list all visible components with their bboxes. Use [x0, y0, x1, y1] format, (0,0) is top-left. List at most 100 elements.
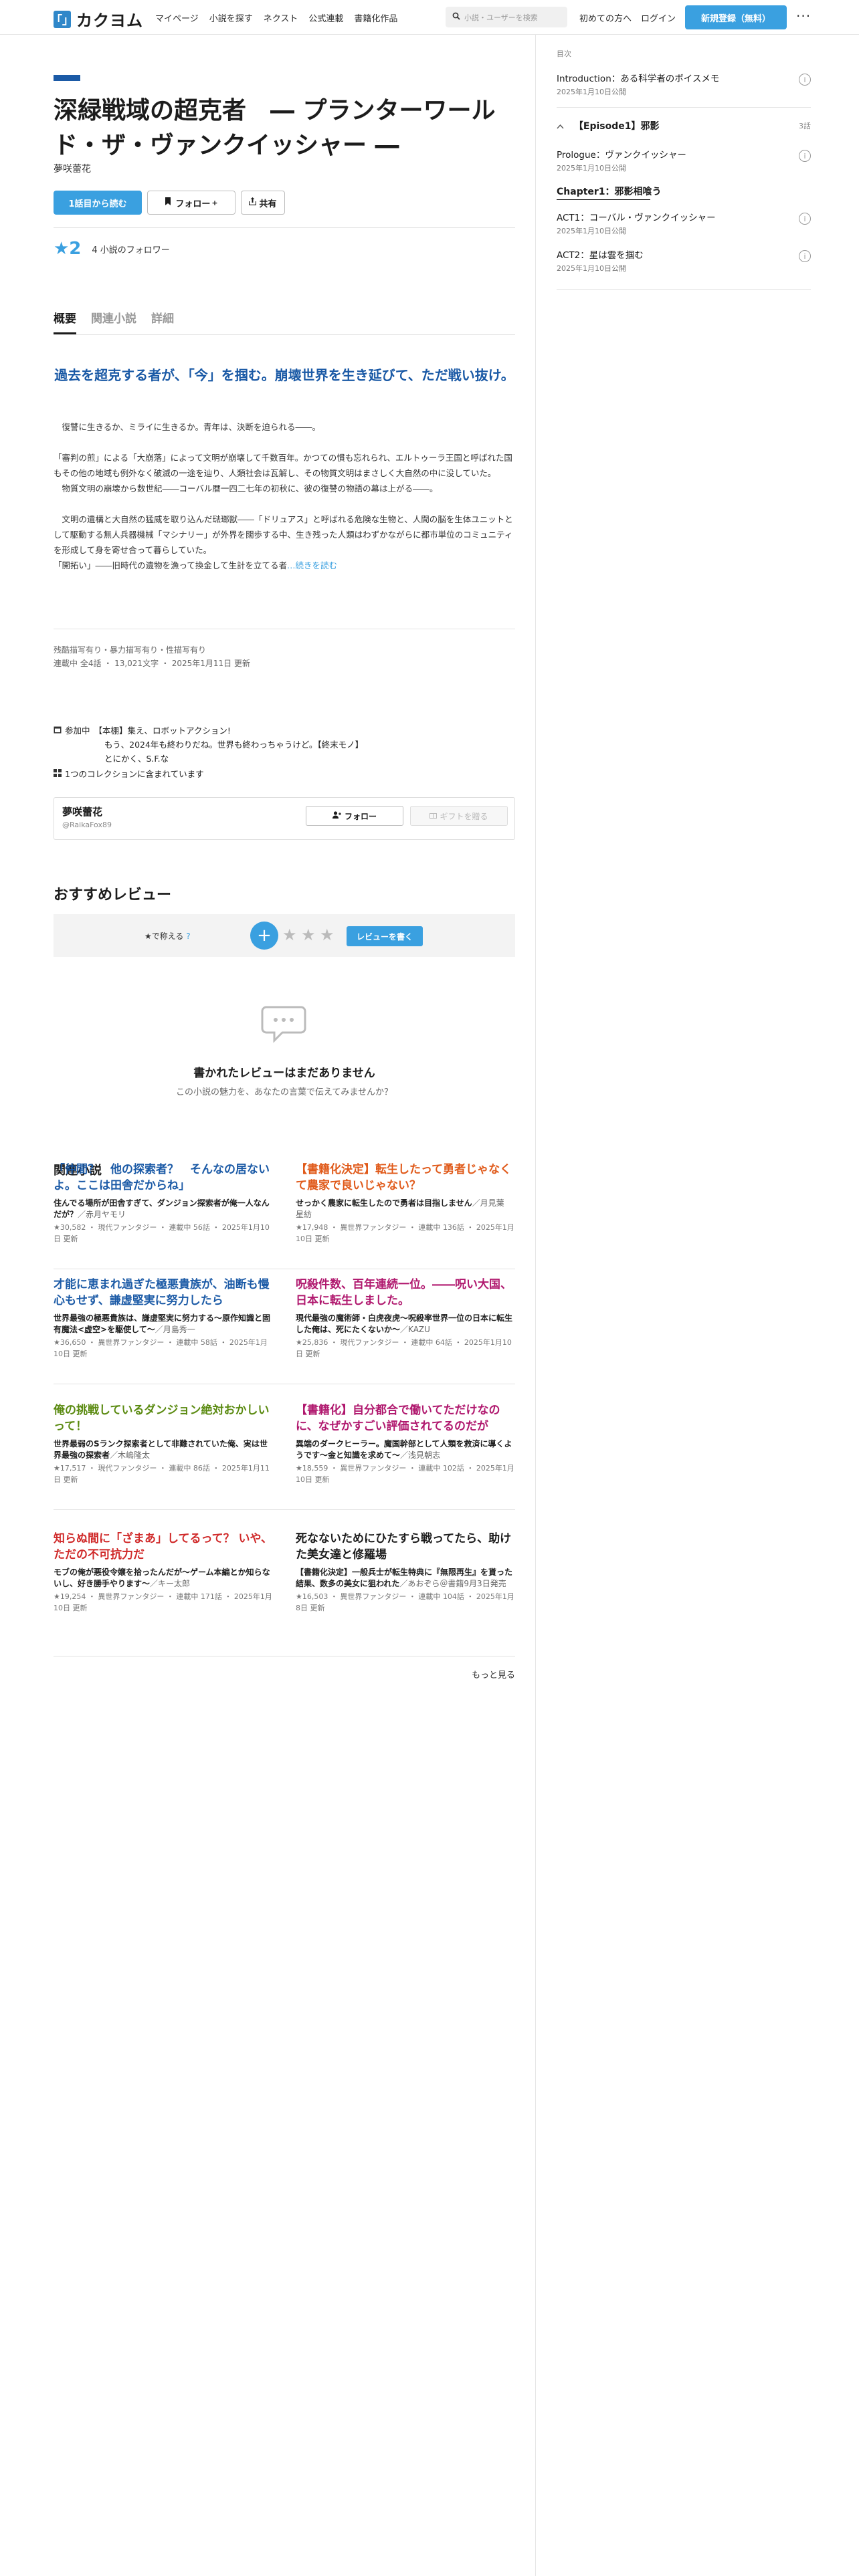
reviews-heading: おすすめレビュー — [54, 887, 172, 903]
plus-icon: + — [211, 198, 218, 207]
related-description: 【書籍化決定】一般兵士が転生特典に『無限再生』を貰った結果、数多の美女に狙われた… — [296, 1567, 516, 1590]
search-input[interactable]: 小説・ユーザーを検索 — [446, 7, 567, 27]
follow-author-button[interactable]: フォロー — [306, 806, 403, 826]
tab-details[interactable]: 詳細 — [151, 309, 174, 334]
related-novel-item[interactable]: 呪殺件数、百年連続一位。――呪い大国、日本に転生しました。現代最強の魔術師・白虎… — [296, 1277, 516, 1360]
related-title[interactable]: 【書籍化】自分都合で働いてただけなのに、なぜかすごい評価されてるのだが — [296, 1402, 516, 1434]
search-icon — [452, 12, 460, 22]
follow-author-label: フォロー — [344, 811, 377, 821]
gift-label: ギフトを贈る — [440, 811, 488, 821]
tab-overview[interactable]: 概要 — [54, 309, 76, 334]
author-card: 夢咲蕾花 @RaikaFox89 フォロー ギフトを贈る — [54, 797, 515, 840]
related-title[interactable]: 呪殺件数、百年連続一位。――呪い大国、日本に転生しました。 — [296, 1277, 516, 1309]
related-novel-item[interactable]: 俺の挑戦しているダンジョン絶対おかしいって！ 世界最弱のSランク探索者として非難さ… — [54, 1402, 274, 1485]
related-description: モブの俺が悪役令嬢を拾ったんだが～ゲーム本編とか知らないし、好き勝手やります～／… — [54, 1567, 274, 1590]
register-button[interactable]: 新規登録（無料） — [685, 5, 787, 29]
praise-label: ★で称える ? — [145, 930, 191, 942]
collection-link[interactable]: 1つのコレクションに含まれています — [65, 767, 204, 781]
event-label: 参加中 — [65, 726, 90, 736]
share-button[interactable]: 共有 — [241, 191, 285, 215]
episode-date: 2025年1月10日公開 — [557, 88, 626, 96]
nav-next[interactable]: ネクスト — [264, 11, 298, 24]
episode-item[interactable]: Introduction：ある科学者のボイスメモ 2025年1月10日公開 i — [557, 71, 811, 97]
related-desc-text: 世界最弱のSランク探索者として非難されていた俺、実は世界最強の探索者 — [54, 1439, 268, 1460]
related-novel-item[interactable]: 才能に恵まれ過ぎた極悪貴族が、油断も慢心もせず、謙虚堅実に努力したら世界最強の極… — [54, 1277, 274, 1360]
gift-button[interactable]: ギフトを贈る — [410, 806, 508, 826]
chapter-toggle[interactable]: 【Episode1】邪影 3話 — [557, 119, 811, 132]
related-author[interactable]: ／あおぞら＠書籍9月3日発売 — [399, 1579, 506, 1588]
related-novel-item[interactable]: 【書籍化】自分都合で働いてただけなのに、なぜかすごい評価されてるのだが 異端のダー… — [296, 1402, 516, 1485]
read-more-link[interactable]: …続きを読む — [287, 560, 337, 570]
related-author[interactable]: ／浅見朝志 — [400, 1451, 440, 1460]
nav-mypage[interactable]: マイページ — [155, 11, 199, 24]
info-icon[interactable]: i — [799, 213, 811, 225]
login-link[interactable]: ログイン — [641, 11, 676, 24]
nav-books[interactable]: 書籍化作品 — [354, 11, 397, 24]
related-author[interactable]: ／キー太郎 — [150, 1579, 190, 1588]
work-tabs: 概要 関連小説 詳細 — [54, 309, 189, 334]
related-author[interactable]: ／木嶋隆太 — [110, 1451, 150, 1460]
nav-find-novels[interactable]: 小説を探す — [209, 11, 253, 24]
star-count[interactable]: ★2 — [54, 239, 81, 259]
related-author-name: キー太郎 — [158, 1579, 191, 1588]
bookmark-icon — [165, 197, 171, 208]
related-author[interactable]: ／月島秀一 — [155, 1325, 195, 1334]
see-more-link[interactable]: もっと見る — [54, 1668, 515, 1681]
work-status: 連載中 全4話 ・ 13,021文字 ・ 2025年1月11日 更新 — [54, 659, 250, 668]
follower-count[interactable]: 4 小説のフォロワー — [92, 243, 169, 255]
star-icon[interactable]: ★ — [320, 926, 335, 944]
speech-bubble-icon — [260, 1004, 308, 1045]
related-author[interactable]: ／赤月ヤモリ — [78, 1210, 126, 1219]
intro-paragraph: 文明の遺構と大自然の猛威を取り込んだ琺瑯獣――「ドリュアス」と呼ばれる危険な生物… — [54, 512, 515, 573]
episode-item[interactable]: Prologue：ヴァンクイッシャー 2025年1月10日公開 i — [557, 147, 811, 173]
add-star-button[interactable]: + — [250, 922, 278, 950]
divider — [557, 289, 811, 290]
read-first-button[interactable]: 1話目から読む — [54, 191, 142, 215]
episode-title: Introduction：ある科学者のボイスメモ — [557, 74, 720, 84]
more-menu-icon[interactable]: ··· — [796, 8, 811, 24]
author-handle[interactable]: @RaikaFox89 — [62, 821, 112, 829]
event-participation: 参加中 【本棚】集え、ロボットアクション! もう、2024年も終わりだね。世界も… — [54, 724, 363, 781]
logo-text: カクヨム — [76, 11, 143, 30]
related-desc-text: せっかく農家に転生したので勇者は目指しません — [296, 1198, 472, 1208]
related-title[interactable]: 知らぬ間に「ざまあ」してるって？ いや、ただの不可抗力だ — [54, 1531, 274, 1563]
tab-related[interactable]: 関連小説 — [91, 309, 136, 334]
related-meta: ★18,559 ・ 異世界ファンタジー ・ 連載中 102話 ・ 2025年1月… — [296, 1464, 514, 1484]
related-title[interactable]: 死なないためにひたすら戦ってたら、助けた美女達と修羅場 — [296, 1531, 516, 1563]
nav-official[interactable]: 公式連載 — [308, 11, 343, 24]
star-icon[interactable]: ★ — [301, 926, 316, 944]
work-title[interactable]: 深緑戦域の超克者 ― プランターワールド・ザ・ヴァンクイッシャー ― — [54, 94, 508, 163]
logo-mark: 「」 — [51, 10, 74, 28]
related-title[interactable]: 俺の挑戦しているダンジョン絶対おかしいって！ — [54, 1402, 274, 1434]
related-title[interactable]: 「仲間？ 他の探索者？ そんなの居ないよ。ここは田舎だからね」 — [54, 1162, 274, 1194]
help-icon[interactable]: ? — [186, 932, 190, 941]
kakuyomu-logo[interactable]: 「」 カクヨム — [51, 7, 143, 31]
event-link[interactable]: とにかく、S.F.な — [54, 752, 363, 766]
related-novel-item[interactable]: 死なないためにひたすら戦ってたら、助けた美女達と修羅場【書籍化決定】一般兵士が転… — [296, 1531, 516, 1614]
related-novel-item[interactable]: 知らぬ間に「ざまあ」してるって？ いや、ただの不可抗力だモブの俺が悪役令嬢を拾っ… — [54, 1531, 274, 1614]
work-author[interactable]: 夢咲蕾花 — [54, 162, 91, 175]
write-review-button[interactable]: レビューを書く — [347, 926, 423, 946]
related-description: 現代最強の魔術師・白虎夜虎～呪殺率世界一位の日本に転生した俺は、死にたくないか～… — [296, 1313, 516, 1335]
related-author[interactable]: ／KAZU — [400, 1325, 430, 1334]
related-description: 世界最強の極悪貴族は、謙虚堅実に努力する～原作知識と固有魔法<虚空>を駆使して～… — [54, 1313, 274, 1335]
episode-title: ACT2：星は雲を掴む — [557, 250, 644, 261]
related-title[interactable]: 才能に恵まれ過ぎた極悪貴族が、油断も慢心もせず、謙虚堅実に努力したら — [54, 1277, 274, 1309]
related-novel-item[interactable]: 「仲間？ 他の探索者？ そんなの居ないよ。ここは田舎だからね」 住んでる場所が田舎… — [54, 1162, 274, 1245]
divider — [557, 199, 650, 200]
collection-icon — [54, 767, 62, 781]
related-title[interactable]: 【書籍化決定】転生したって勇者じゃなくて農家で良いじゃない？ — [296, 1162, 516, 1194]
episode-item[interactable]: ACT1：コーバル・ヴァンクイッシャー 2025年1月10日公開 i — [557, 210, 811, 236]
star-icon[interactable]: ★ — [282, 926, 297, 944]
related-novel-item[interactable]: 【書籍化決定】転生したって勇者じゃなくて農家で良いじゃない？ せっかく農家に転生し… — [296, 1162, 516, 1245]
follow-button[interactable]: フォロー + — [147, 191, 235, 215]
info-icon[interactable]: i — [799, 150, 811, 162]
author-name[interactable]: 夢咲蕾花 — [62, 804, 102, 819]
event-link[interactable]: 【本棚】集え、ロボットアクション! — [94, 724, 231, 738]
beginner-link[interactable]: 初めての方へ — [579, 11, 632, 24]
episode-item[interactable]: ACT2：星は雲を掴む 2025年1月10日公開 i — [557, 247, 811, 274]
event-link[interactable]: もう、2024年も終わりだね。世界も終わっちゃうけど。【終末モノ】 — [54, 738, 363, 752]
info-icon[interactable]: i — [799, 74, 811, 86]
info-icon[interactable]: i — [799, 250, 811, 262]
related-meta: ★30,582 ・ 現代ファンタジー ・ 連載中 56話 ・ 2025年1月10… — [54, 1223, 270, 1243]
